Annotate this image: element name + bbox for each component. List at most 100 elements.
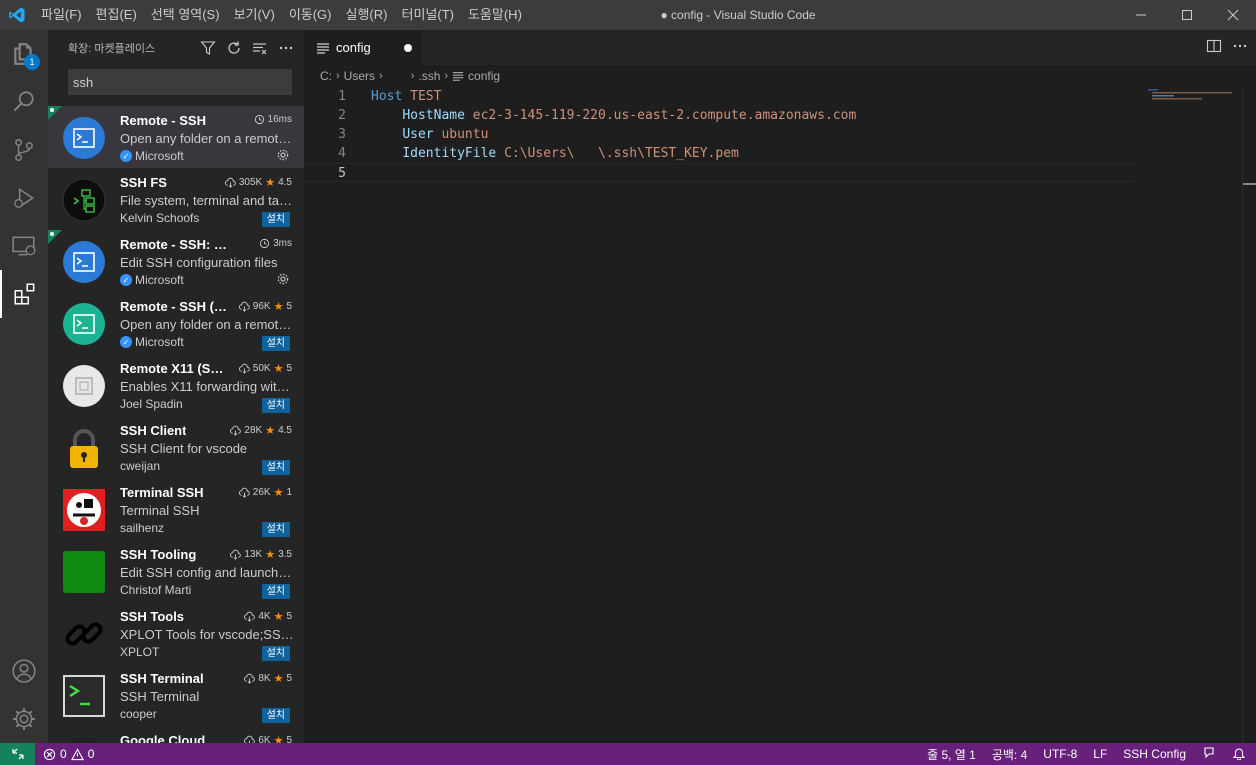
run-debug-icon [14, 187, 35, 209]
minimap[interactable] [1146, 87, 1242, 107]
vscode-logo-icon[interactable] [0, 0, 34, 30]
editor-more-button[interactable] [1232, 38, 1248, 57]
clear-results-button[interactable] [250, 38, 270, 58]
install-button[interactable]: 설치 [261, 398, 290, 413]
extension-settings-button[interactable] [276, 272, 290, 289]
code-line[interactable]: 2 HostName ec2-3-145-119-220.us-east-2.c… [304, 106, 1134, 125]
search-button[interactable] [0, 78, 48, 126]
extension-item[interactable]: Terminal SSH 26K ★ 1 Terminal SSH sailhenz 설치 [48, 478, 304, 540]
problems-indicator[interactable]: 0 0 [35, 747, 94, 761]
manage-button[interactable] [0, 695, 48, 743]
language-mode[interactable]: SSH Config [1123, 747, 1186, 761]
feedback-button[interactable] [1202, 746, 1216, 763]
extension-item[interactable]: SSH Terminal 8K ★ 5 SSH Terminal cooper 설치 [48, 664, 304, 726]
extension-item[interactable]: SSH Tools 4K ★ 5 XPLOT Tools for vscode;SSH,… [48, 602, 304, 664]
breadcrumb-users[interactable]: Users [344, 69, 375, 83]
cursor-position[interactable]: 줄 5, 열 1 [927, 746, 976, 763]
activity-bar: 1 [0, 30, 48, 743]
remote-explorer-icon [12, 236, 36, 256]
extension-settings-button[interactable] [276, 148, 290, 165]
extensions-button[interactable] [0, 270, 48, 318]
extension-item[interactable]: SSH FS 305K ★ 4.5 File system, terminal and … [48, 168, 304, 230]
accounts-button[interactable] [0, 647, 48, 695]
chevron-right-icon: › [410, 70, 415, 82]
extension-publisher: cweijan [120, 459, 160, 473]
sidebar-actions [198, 30, 296, 65]
refresh-button[interactable] [224, 38, 244, 58]
extension-item[interactable]: Google Cloud Platform SSH6K★5설치 [48, 726, 304, 743]
install-button[interactable]: 설치 [261, 646, 290, 661]
run-debug-button[interactable] [0, 174, 48, 222]
extension-search-input[interactable] [73, 74, 287, 90]
unsaved-dot-icon[interactable] [404, 44, 412, 52]
bell-icon [1232, 747, 1246, 760]
install-button[interactable]: 설치 [261, 212, 290, 227]
breadcrumb-drive[interactable]: C: [320, 69, 332, 83]
cloud-download-icon [238, 301, 250, 312]
menu-file[interactable]: 파일(F) [34, 0, 89, 30]
ssh-tooling-icon [62, 550, 106, 594]
source-control-button[interactable] [0, 126, 48, 174]
explorer-button[interactable]: 1 [0, 30, 48, 78]
publisher-name: Joel Spadin [120, 397, 183, 411]
extension-item[interactable]: SSH Tooling 13K ★ 3.5 Edit SSH config and la… [48, 540, 304, 602]
extension-item[interactable]: Remote X11 (SSH) 50K ★ 5 Enables X11 forward… [48, 354, 304, 416]
code-token: Host [371, 89, 403, 104]
cloud-download-icon [230, 425, 242, 436]
remote-indicator-button[interactable] [0, 743, 35, 765]
menu-edit[interactable]: 편집(E) [89, 0, 144, 30]
extension-item[interactable]: Remote - SSH (Nightly) 96K★5 Open any fold… [48, 292, 304, 354]
menu-view[interactable]: 보기(V) [227, 0, 282, 30]
more-actions-button[interactable] [276, 38, 296, 58]
remote-ssh-icon [62, 240, 106, 284]
breadcrumb-ssh[interactable]: .ssh [418, 69, 440, 83]
menu-help[interactable]: 도움말(H) [461, 0, 529, 30]
extension-item[interactable]: Remote - SSH 16ms Open any folder on a rem… [48, 106, 304, 168]
extension-stat-value: 26K [252, 487, 271, 498]
minimize-icon [1136, 14, 1146, 16]
end-of-line[interactable]: LF [1093, 747, 1107, 761]
menu-terminal[interactable]: 터미널(T) [394, 0, 460, 30]
code-line[interactable]: 1 Host TEST [304, 87, 1134, 106]
editor-scrollbar[interactable] [1242, 87, 1256, 743]
minimap-preview [1148, 89, 1232, 100]
minimize-button[interactable] [1118, 0, 1164, 30]
extensions-icon [14, 283, 35, 305]
refresh-icon [228, 41, 240, 54]
tab-config[interactable]: config [304, 30, 422, 65]
extension-name: SSH Tools [120, 609, 185, 624]
code-editor[interactable]: 1 Host TEST 2 HostName ec2-3-145-119-220.u… [304, 87, 1134, 182]
maximize-button[interactable] [1164, 0, 1210, 30]
extension-item[interactable]: SSH Client 28K ★ 4.5 SSH Client for vscode cw… [48, 416, 304, 478]
extension-description: Open any folder on a remote machine usin… [120, 317, 294, 332]
extension-item[interactable]: Remote - SSH: Editing Configuration File… [48, 230, 304, 292]
remote-explorer-button[interactable] [0, 222, 48, 270]
filter-button[interactable] [198, 38, 218, 58]
search-icon [13, 91, 34, 112]
indentation[interactable]: 공백: 4 [992, 746, 1027, 763]
terminal-icon [62, 674, 106, 718]
encoding[interactable]: UTF-8 [1043, 747, 1077, 761]
split-editor-button[interactable] [1206, 38, 1222, 57]
install-button[interactable]: 설치 [261, 336, 290, 351]
menu-run[interactable]: 실행(R) [339, 0, 395, 30]
extension-search-box[interactable] [68, 69, 292, 95]
extension-name: Remote X11 (SSH) [120, 361, 230, 376]
menu-go[interactable]: 이동(G) [282, 0, 339, 30]
extension-stats: 28K ★ 4.5 [230, 424, 292, 437]
extension-name: SSH Terminal [120, 671, 204, 686]
install-button[interactable]: 설치 [261, 460, 290, 475]
close-button[interactable] [1210, 0, 1256, 30]
menu-selection[interactable]: 선택 영역(S) [144, 0, 227, 30]
extension-name: SSH FS [120, 175, 167, 190]
install-button[interactable]: 설치 [261, 708, 290, 723]
breadcrumb-file[interactable]: config [468, 69, 500, 83]
notifications-button[interactable] [1232, 746, 1246, 763]
extension-rating: 5 [286, 611, 292, 622]
code-line[interactable]: 5 [304, 163, 1134, 182]
code-line[interactable]: 4 IdentityFile C:\Users\ \.ssh\TEST_KEY.… [304, 144, 1134, 163]
lock-icon [62, 426, 106, 470]
code-line[interactable]: 3 User ubuntu [304, 125, 1134, 144]
install-button[interactable]: 설치 [261, 522, 290, 537]
install-button[interactable]: 설치 [261, 584, 290, 599]
